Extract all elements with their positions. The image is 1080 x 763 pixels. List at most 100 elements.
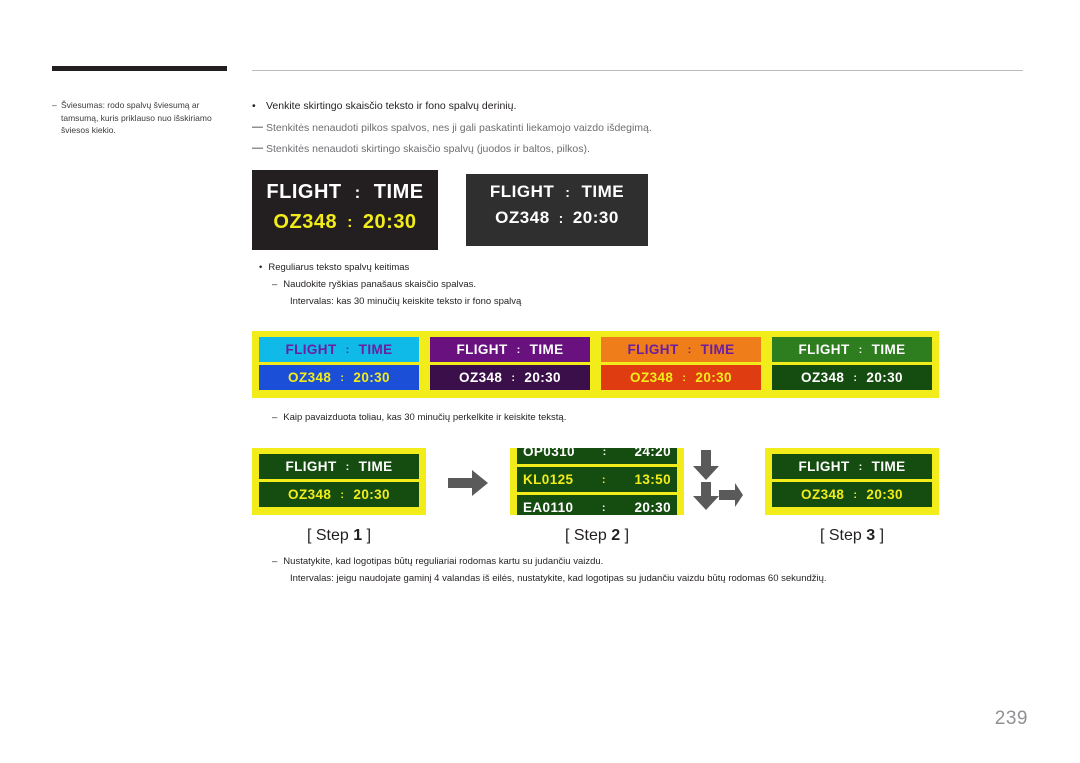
board-time-label: TIME xyxy=(529,342,564,357)
board-time-label: TIME xyxy=(358,342,393,357)
bullet-item: • Venkite skirtingo skaisčio teksto ir f… xyxy=(252,99,1032,114)
board-time-value: 20:30 xyxy=(353,370,390,385)
bullet-text: Venkite skirtingo skaisčio teksto ir fon… xyxy=(266,100,517,112)
board-flight-label: FLIGHT xyxy=(798,459,850,474)
board-time-label: TIME xyxy=(871,342,906,357)
board-time-value: 13:50 xyxy=(634,472,671,487)
board-colon: : xyxy=(345,343,350,356)
left-note-text: tamsumą, kuris priklauso nuo išskiriamo xyxy=(61,112,212,123)
board-time-label: TIME xyxy=(581,182,625,201)
board-line-value: OZ348 : 20:30 xyxy=(601,365,761,390)
board-colon: : xyxy=(347,213,353,231)
board-line-header: FLIGHT : TIME xyxy=(601,337,761,362)
bullet-marker: — xyxy=(252,121,263,133)
bracket-close: ] xyxy=(624,527,630,544)
board-line-header: FLIGHT : TIME xyxy=(466,182,648,202)
step-word: Step xyxy=(573,527,607,544)
board-colon: : xyxy=(601,473,606,486)
board-time-label: TIME xyxy=(871,459,906,474)
scroll-note: – Kaip pavaizduota toliau, kas 30 minučių… xyxy=(272,412,566,423)
board-flight-code: OZ348 xyxy=(288,487,332,502)
bracket-open: [ xyxy=(819,527,825,544)
step3-label: [ Step 3 ] xyxy=(765,527,939,545)
step-number: 1 xyxy=(353,527,363,544)
left-note-text: šviesos kiekio. xyxy=(61,125,116,135)
board-line-header: FLIGHT : TIME xyxy=(259,337,419,362)
board-row: KL0125 : 13:50 xyxy=(517,467,677,492)
board-line-value: OZ348 : 20:30 xyxy=(259,365,419,390)
bracket-close: ] xyxy=(879,527,885,544)
board-time-value: 20:30 xyxy=(695,370,732,385)
board-flight-label: FLIGHT xyxy=(266,181,342,203)
step3-flight-board: FLIGHT : TIME OZ348 : 20:30 xyxy=(765,448,939,515)
board-colon: : xyxy=(853,488,858,501)
board-time-label: TIME xyxy=(700,342,735,357)
page-number: 239 xyxy=(994,708,1028,729)
board-colon: : xyxy=(340,488,345,501)
board-line-header: FLIGHT : TIME xyxy=(259,454,419,479)
board-flight-label: FLIGHT xyxy=(456,342,508,357)
flight-board-color-4: FLIGHT : TIME OZ348 : 20:30 xyxy=(765,331,939,398)
footnote-item: – Nustatykite, kad logotipas būtų regulia… xyxy=(272,556,603,567)
board-flight-label: FLIGHT xyxy=(627,342,679,357)
header-rule-dark xyxy=(52,66,227,71)
board-flight-code: OZ348 xyxy=(288,370,332,385)
bullet-text: Naudokite ryškias panašaus skaisčio spal… xyxy=(283,279,477,290)
board-flight-code: OZ348 xyxy=(459,370,503,385)
footnote-item: Intervalas: jeigu naudojate gaminį 4 val… xyxy=(290,573,827,584)
board-line-value: OZ348 : 20:30 xyxy=(430,365,590,390)
board-time-value: 20:30 xyxy=(353,487,390,502)
board-line-header: FLIGHT : TIME xyxy=(430,337,590,362)
left-note-line: tamsumą, kuris priklauso nuo išskiriamo xyxy=(52,112,227,125)
board-colon: : xyxy=(602,448,607,458)
flight-board-dark-high-contrast: FLIGHT : TIME OZ348 : 20:30 xyxy=(252,170,438,250)
bullet-marker: — xyxy=(252,142,263,154)
document-page: – Šviesumas: rodo spalvų šviesumą ar tams… xyxy=(0,0,1080,763)
board-row: OP0310 : 24:20 xyxy=(517,448,677,464)
bullet-text: Intervalas: kas 30 minučių keiskite teks… xyxy=(290,296,522,307)
board-colon: : xyxy=(858,343,863,356)
board-colon: : xyxy=(516,343,521,356)
board-flight-label: FLIGHT xyxy=(285,342,337,357)
board-time-value: 20:30 xyxy=(866,370,903,385)
bullet-marker: – xyxy=(272,279,278,290)
bullet-item: — Stenkitės nenaudoti skirtingo skaisčio… xyxy=(252,142,1032,157)
mid-bullet-item: Intervalas: kas 30 minučių keiskite teks… xyxy=(290,296,521,307)
board-flight-code: OZ348 xyxy=(630,370,674,385)
step2-label: [ Step 2 ] xyxy=(510,527,684,545)
right-arrow-icon xyxy=(448,470,488,496)
board-flight-code: EA0110 xyxy=(523,500,574,515)
bullet-text: Stenkitės nenaudoti pilkos spalvos, nes … xyxy=(266,122,652,134)
board-flight-code: OZ348 xyxy=(273,211,338,233)
flight-board-dark-low-contrast: FLIGHT : TIME OZ348 : 20:30 xyxy=(466,174,648,246)
bracket-open: [ xyxy=(564,527,570,544)
board-colon: : xyxy=(511,371,516,384)
bullet-text: Reguliarus teksto spalvų keitimas xyxy=(268,262,410,273)
board-time-value: 20:30 xyxy=(572,208,619,227)
bullet-marker: • xyxy=(252,100,256,112)
bullet-text: Intervalas: jeigu naudojate gaminį 4 val… xyxy=(290,573,827,584)
left-note-line: – Šviesumas: rodo spalvų šviesumą ar xyxy=(52,99,227,112)
bullet-marker: • xyxy=(259,262,263,273)
board-flight-label: FLIGHT xyxy=(489,182,555,201)
flight-board-color-2: FLIGHT : TIME OZ348 : 20:30 xyxy=(423,331,597,398)
board-line-value: OZ348 : 20:30 xyxy=(772,365,932,390)
board-time-value: 20:30 xyxy=(362,211,417,233)
board-time-value: 24:20 xyxy=(634,448,671,459)
mid-bullet-item: • Reguliarus teksto spalvų keitimas xyxy=(259,262,409,273)
board-colon: : xyxy=(558,210,564,226)
flight-board-color-3: FLIGHT : TIME OZ348 : 20:30 xyxy=(594,331,768,398)
board-line-value: OZ348 : 20:30 xyxy=(259,482,419,507)
board-flight-code: OZ348 xyxy=(801,370,845,385)
board-line-value: OZ348 : 20:30 xyxy=(466,208,648,228)
mid-bullet-item: – Naudokite ryškias panašaus skaisčio spa… xyxy=(272,279,476,290)
bullet-item: — Stenkitės nenaudoti pilkos spalvos, ne… xyxy=(252,121,1032,136)
board-flight-code: OZ348 xyxy=(801,487,845,502)
board-colon: : xyxy=(682,371,687,384)
board-time-value: 20:30 xyxy=(634,500,671,515)
flight-board-color-1: FLIGHT : TIME OZ348 : 20:30 xyxy=(252,331,426,398)
bullet-marker: – xyxy=(272,412,278,423)
header-rule-light xyxy=(252,70,1023,71)
board-line-value: OZ348 : 20:30 xyxy=(252,211,438,234)
left-note-text: Šviesumas: rodo spalvų šviesumą ar xyxy=(61,100,200,110)
